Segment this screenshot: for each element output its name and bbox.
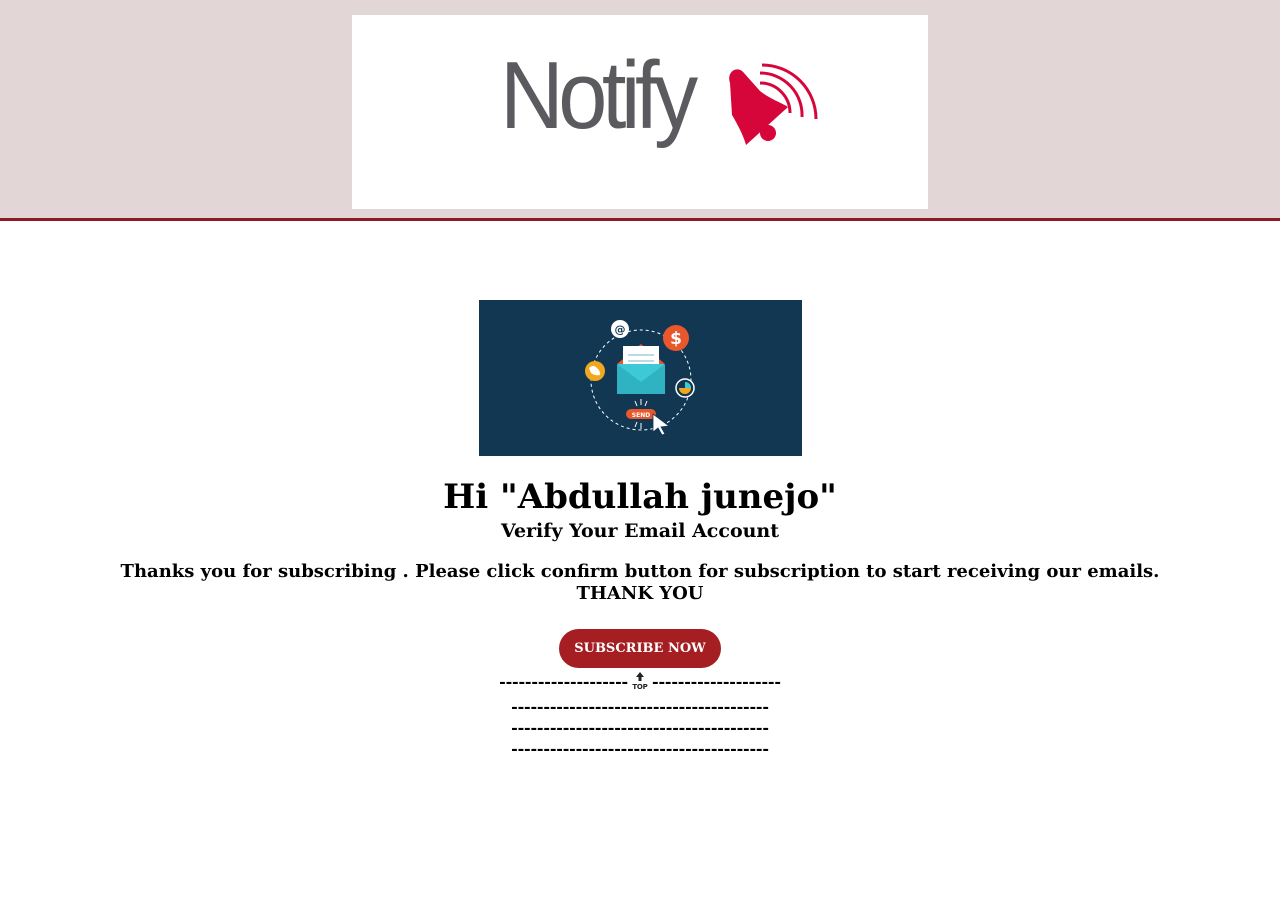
at-sign-icon: @ [611, 320, 629, 338]
logo-container: Notify [352, 15, 928, 209]
send-label: SEND [632, 412, 650, 419]
divider-line: ---------------------------------------- [511, 718, 769, 737]
greeting-heading: Hi "Abdullah junejo" [443, 477, 837, 517]
cursor-icon [652, 413, 671, 436]
notify-logo-text: Notify [500, 42, 698, 149]
svg-text:@: @ [615, 323, 626, 336]
back-to-top-icon[interactable]: TOP [630, 671, 650, 691]
divider-right: -------------------- [652, 672, 781, 691]
thank-you-text: THANK YOU [576, 583, 704, 604]
verify-subtitle: Verify Your Email Account [500, 520, 780, 542]
bell-icon [729, 63, 818, 145]
email-marketing-illustration: @ $ SEND [585, 320, 695, 436]
dollar-icon: $ [663, 325, 689, 351]
email-header: Notify [0, 0, 1280, 221]
divider-line: ---------------------------------------- [511, 697, 769, 716]
divider-left: -------------------- [499, 672, 628, 691]
envelope-icon [617, 344, 665, 394]
pie-chart-icon [675, 378, 695, 398]
divider-top: -------------------- TOP -----------------… [0, 671, 1280, 693]
subscribe-now-button[interactable]: SUBSCRIBE NOW [559, 629, 721, 668]
top-label: TOP [632, 683, 647, 691]
send-button-icon: SEND [626, 399, 656, 429]
hero-image: @ $ SEND [479, 300, 802, 456]
svg-text:$: $ [670, 329, 682, 349]
divider-line: ---------------------------------------- [511, 739, 769, 758]
subscription-message: Thanks you for subscribing . Please clic… [120, 561, 1160, 582]
globe-icon [585, 361, 605, 381]
